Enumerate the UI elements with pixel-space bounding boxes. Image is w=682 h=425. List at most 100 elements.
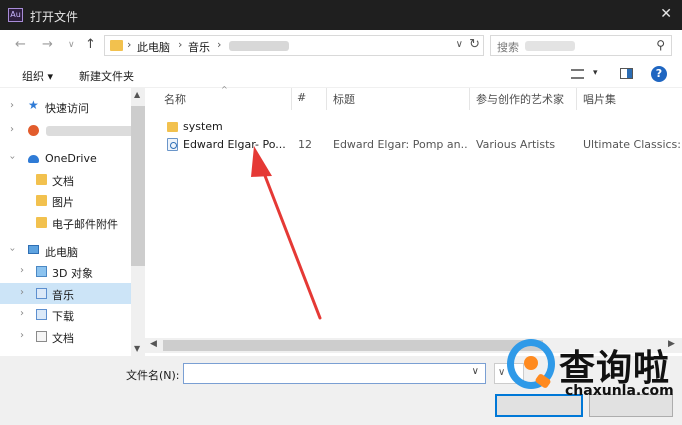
chevron-right-icon[interactable]: › xyxy=(10,100,14,111)
file-row-edward-elgar[interactable]: Edward Elgar- Po... 12 Edward Elgar: Pom… xyxy=(145,136,682,155)
nav-item-this-pc[interactable]: › 此电脑 xyxy=(0,240,131,261)
nav-item-label: OneDrive xyxy=(45,152,97,165)
redacted-search-text xyxy=(525,41,575,51)
column-divider[interactable] xyxy=(326,88,327,110)
address-bar[interactable]: › 此电脑 › 音乐 › ∨ ↻ xyxy=(104,35,484,56)
column-divider[interactable] xyxy=(576,88,577,110)
nav-item-documents[interactable]: › 文档 xyxy=(0,326,131,347)
nav-item-label: 电子邮件附件 xyxy=(52,218,118,231)
scroll-left-icon[interactable]: ◀ xyxy=(150,339,157,349)
column-header-name[interactable]: 名称 xyxy=(164,91,186,107)
address-dropdown-icon[interactable]: ∨ xyxy=(456,39,463,50)
track-album: Ultimate Classics: T xyxy=(583,138,682,151)
audition-app-icon: Au xyxy=(8,8,23,22)
organize-button[interactable]: 组织 ▾ xyxy=(22,68,53,84)
folder-icon xyxy=(167,122,178,132)
filename-input[interactable]: ∨ xyxy=(183,363,486,384)
music-folder-icon xyxy=(36,288,47,299)
folder-icon xyxy=(36,195,47,206)
star-icon: ★ xyxy=(28,98,39,112)
track-number: 12 xyxy=(298,138,312,151)
nav-pane-scroll-thumb[interactable] xyxy=(131,106,145,266)
nav-item-3d-objects[interactable]: › 3D 对象 xyxy=(0,261,131,282)
redacted-user-name xyxy=(46,126,134,136)
track-title: Edward Elgar: Pomp an... xyxy=(333,138,467,151)
nav-item-label: 此电脑 xyxy=(45,246,78,259)
back-arrow-icon[interactable]: ← xyxy=(15,37,26,52)
nav-item-quick-access[interactable]: › ★ 快速访问 xyxy=(0,96,131,117)
folder-icon xyxy=(36,174,47,185)
audio-file-icon xyxy=(167,138,178,151)
command-toolbar: 组织 ▾ 新建文件夹 ▾ ? xyxy=(0,61,682,88)
3d-objects-icon xyxy=(36,266,47,277)
column-divider[interactable] xyxy=(291,88,292,110)
title-bar: Au 打开文件 ✕ xyxy=(0,0,682,30)
file-name: system xyxy=(183,120,223,133)
navigation-pane: › ★ 快速访问 › › OneDrive 文档 图片 电子邮件附件 › 此电脑… xyxy=(0,88,145,356)
breadcrumb-separator-icon: › xyxy=(217,38,222,51)
nav-item-label: 3D 对象 xyxy=(52,267,93,280)
horizontal-scroll-thumb[interactable] xyxy=(163,340,543,351)
computer-icon xyxy=(28,245,39,254)
filename-label: 文件名(N): xyxy=(126,369,180,382)
file-list: ^ 名称 # 标题 参与创作的艺术家 唱片集 system Edward Elg… xyxy=(145,85,682,356)
column-header-title[interactable]: 标题 xyxy=(333,91,355,107)
scroll-up-icon[interactable]: ▲ xyxy=(134,90,140,99)
search-box[interactable]: 搜索 ⚲ xyxy=(490,35,672,56)
breadcrumb-this-pc[interactable]: 此电脑 xyxy=(137,39,170,55)
nav-item-onedrive[interactable]: › OneDrive xyxy=(0,148,131,169)
view-options-icon[interactable] xyxy=(571,69,584,79)
new-folder-button[interactable]: 新建文件夹 xyxy=(79,68,134,84)
address-row: ← → ∨ ↑ › 此电脑 › 音乐 › ∨ ↻ 搜索 ⚲ xyxy=(0,30,682,61)
nav-item-downloads[interactable]: › 下载 xyxy=(0,304,131,325)
documents-icon xyxy=(36,331,47,342)
nav-item-label: 快速访问 xyxy=(45,102,89,115)
user-folder-icon xyxy=(28,125,39,136)
column-header-number[interactable]: # xyxy=(297,91,306,104)
column-header-artists[interactable]: 参与创作的艺术家 xyxy=(476,91,564,107)
window-title: 打开文件 xyxy=(30,10,79,24)
column-divider[interactable] xyxy=(469,88,470,110)
watermark-logo-dot xyxy=(524,356,538,370)
nav-item-label: 文档 xyxy=(52,332,74,345)
chevron-down-icon[interactable]: › xyxy=(7,156,18,160)
chevron-right-icon[interactable]: › xyxy=(20,265,24,276)
refresh-icon[interactable]: ↻ xyxy=(469,37,480,52)
file-row-system[interactable]: system xyxy=(145,118,682,137)
recent-dropdown-icon[interactable]: ∨ xyxy=(68,40,75,50)
nav-item-email-attachments[interactable]: 电子邮件附件 xyxy=(0,212,131,233)
nav-item-onedrive-documents[interactable]: 文档 xyxy=(0,169,131,190)
chevron-right-icon[interactable]: › xyxy=(20,330,24,341)
nav-item-music[interactable]: › 音乐 xyxy=(0,283,131,304)
cloud-icon xyxy=(28,155,39,163)
folder-icon xyxy=(110,40,123,51)
nav-item-onedrive-pictures[interactable]: 图片 xyxy=(0,190,131,211)
track-artists: Various Artists xyxy=(476,138,556,151)
chevron-right-icon[interactable]: › xyxy=(20,287,24,298)
nav-item-user-folder[interactable]: › xyxy=(0,120,134,141)
sort-ascending-icon: ^ xyxy=(221,85,228,94)
chevron-down-icon[interactable]: › xyxy=(7,248,18,252)
nav-item-label: 音乐 xyxy=(52,289,74,302)
chevron-down-icon[interactable]: ∨ xyxy=(472,366,479,377)
up-arrow-icon[interactable]: ↑ xyxy=(85,37,96,52)
chevron-right-icon[interactable]: › xyxy=(20,308,24,319)
preview-pane-icon[interactable] xyxy=(620,68,633,79)
column-header-album[interactable]: 唱片集 xyxy=(583,91,616,107)
nav-item-label: 下载 xyxy=(52,310,74,323)
nav-item-label: 文档 xyxy=(52,175,74,188)
forward-arrow-icon[interactable]: → xyxy=(42,37,53,52)
breadcrumb-separator-icon: › xyxy=(127,38,132,51)
help-icon[interactable]: ? xyxy=(651,66,667,82)
downloads-icon xyxy=(36,309,47,320)
chaxunla-watermark: 查询啦 chaxunla.com xyxy=(503,337,679,406)
nav-item-label: 图片 xyxy=(52,196,74,209)
search-icon[interactable]: ⚲ xyxy=(656,38,665,52)
close-icon[interactable]: ✕ xyxy=(660,6,672,22)
folder-icon xyxy=(36,217,47,228)
view-dropdown-icon[interactable]: ▾ xyxy=(593,68,598,78)
breadcrumb-music[interactable]: 音乐 xyxy=(188,39,210,55)
chevron-right-icon[interactable]: › xyxy=(10,124,14,135)
redacted-path-segment xyxy=(229,41,289,51)
scroll-down-icon[interactable]: ▼ xyxy=(134,344,140,353)
